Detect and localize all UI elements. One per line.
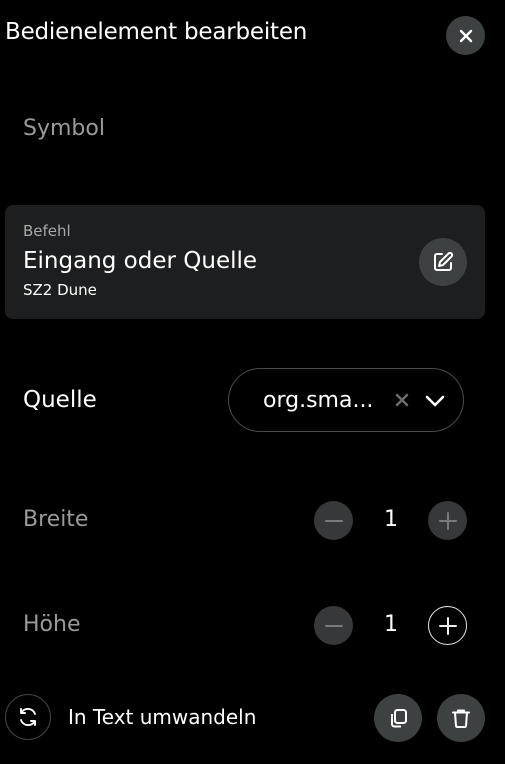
plus-icon <box>438 511 457 530</box>
height-increment-button[interactable] <box>428 606 467 645</box>
width-decrement-button[interactable] <box>314 501 353 540</box>
close-icon <box>459 29 472 42</box>
refresh-icon <box>20 708 36 726</box>
height-value: 1 <box>384 612 398 637</box>
source-select[interactable]: org.sma... <box>228 368 464 432</box>
minus-icon <box>324 624 343 627</box>
chevron-down-icon[interactable] <box>423 389 447 413</box>
width-label: Breite <box>23 507 89 532</box>
convert-to-text-label[interactable]: In Text umwandeln <box>68 705 256 729</box>
trash-icon <box>452 709 470 728</box>
width-increment-button[interactable] <box>428 501 467 540</box>
minus-icon <box>324 519 343 522</box>
plus-icon <box>438 616 457 635</box>
edit-command-button[interactable] <box>419 238 467 286</box>
width-value: 1 <box>384 507 398 532</box>
delete-button[interactable] <box>437 694 485 742</box>
source-label: Quelle <box>23 387 97 413</box>
copy-button[interactable] <box>374 694 422 742</box>
command-subtitle: SZ2 Dune <box>23 281 97 299</box>
edit-icon <box>434 251 454 271</box>
source-value: org.sma... <box>263 388 374 413</box>
title: Bedienelement bearbeiten <box>5 19 308 45</box>
height-decrement-button[interactable] <box>314 606 353 645</box>
command-card[interactable]: Befehl Eingang oder Quelle SZ2 Dune <box>5 205 485 319</box>
close-button[interactable] <box>446 16 485 55</box>
height-label: Höhe <box>23 612 81 637</box>
copy-icon <box>391 709 407 728</box>
command-title: Eingang oder Quelle <box>23 248 258 274</box>
symbol-label[interactable]: Symbol <box>23 116 105 141</box>
command-caption: Befehl <box>23 222 71 240</box>
clear-icon[interactable] <box>393 391 411 409</box>
convert-to-text-button[interactable] <box>5 694 51 740</box>
